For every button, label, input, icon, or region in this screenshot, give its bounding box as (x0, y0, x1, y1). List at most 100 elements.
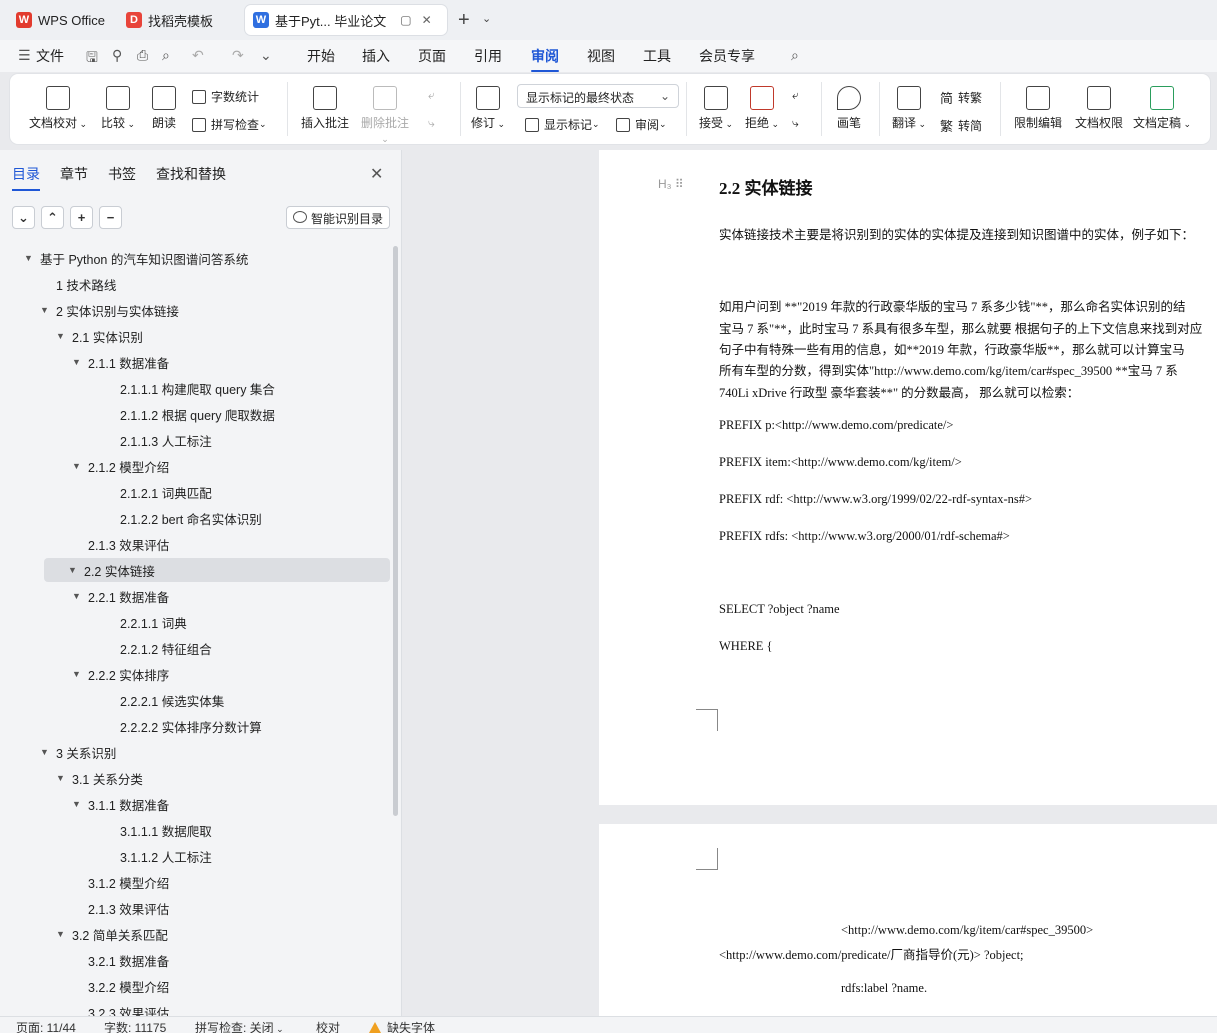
chevron-down-icon[interactable]: ⌄ (260, 47, 272, 64)
collapse-up-icon[interactable]: ⌃ (41, 206, 64, 229)
menu-tools[interactable]: 工具 (643, 46, 671, 66)
toc-item[interactable]: ▼ 3.2 简单关系匹配 (0, 922, 390, 946)
toc-item[interactable]: 3.1.2 模型介绍 (0, 870, 390, 894)
toc-item[interactable]: 2.2.1.2 特征组合 (0, 636, 390, 660)
menu-file[interactable]: 文件 (36, 46, 64, 66)
toc-item[interactable]: 2.1.2.2 bert 命名实体识别 (0, 506, 390, 530)
menu-references[interactable]: 引用 (474, 46, 502, 66)
tab-toc[interactable]: 目录 (12, 164, 40, 191)
toc-item[interactable]: 1 技术路线 (0, 272, 390, 296)
delete-comment-button[interactable]: 删除批注 ⌄ (359, 86, 411, 145)
redo-icon[interactable]: ↷ (232, 47, 244, 64)
show-markup-button[interactable]: 显示标记 ⌄ (525, 116, 600, 133)
hamburger-icon[interactable]: ☰ (18, 47, 31, 64)
print-icon[interactable]: ⎙ (137, 47, 148, 64)
menu-review[interactable]: 审阅 (531, 46, 559, 72)
toc-item[interactable]: ▼ 基于 Python 的汽车知识图谱问答系统 (0, 246, 390, 270)
doc-finalize-button[interactable]: 文档定稿 ⌄ (1132, 86, 1192, 131)
doc-permission-button[interactable]: 文档权限 (1073, 86, 1125, 131)
previous-comment-icon[interactable]: ⤶ (428, 88, 435, 103)
insert-comment-button[interactable]: 插入批注 (299, 86, 351, 131)
restrict-edit-button[interactable]: 限制编辑 (1012, 86, 1064, 131)
menu-view[interactable]: 视图 (587, 46, 615, 66)
tab-bookmarks[interactable]: 书签 (108, 164, 136, 184)
toc-item[interactable]: ▼ 2.1 实体识别 (0, 324, 390, 348)
expand-arrow-icon[interactable]: ▼ (40, 747, 50, 757)
read-aloud-button[interactable]: 朗读 (148, 86, 180, 131)
new-tab-button[interactable]: + (458, 9, 470, 32)
toc-item[interactable]: 2.1.3 效果评估 (0, 896, 390, 920)
toc-item[interactable]: 2.2.1.1 词典 (0, 610, 390, 634)
review-pane-button[interactable]: 审阅 ⌄ (616, 116, 667, 133)
toc-item[interactable]: 2.2.2.2 实体排序分数计算 (0, 714, 390, 738)
word-count-button[interactable]: 字数统计 (192, 88, 259, 105)
next-comment-icon[interactable]: ⤷ (428, 116, 435, 131)
menu-membership[interactable]: 会员专享 (699, 46, 755, 66)
heading-marker-icon[interactable]: H₃ ⠿ (658, 177, 684, 191)
markup-state-select[interactable]: 显示标记的最终状态 ⌄ (517, 84, 679, 108)
previous-change-icon[interactable]: ⤶ (792, 88, 799, 103)
expand-arrow-icon[interactable]: ▼ (72, 461, 82, 471)
proofread-indicator[interactable]: 校对 (316, 1019, 340, 1033)
toc-item[interactable]: ▼ 2.1.1 数据准备 (0, 350, 390, 374)
add-icon[interactable]: + (70, 206, 93, 229)
toc-scrollbar[interactable] (393, 246, 398, 816)
pen-button[interactable]: 画笔 (833, 86, 865, 131)
expand-arrow-icon[interactable]: ▼ (72, 357, 82, 367)
search-icon[interactable]: ⌕ (791, 47, 799, 64)
expand-arrow-icon[interactable]: ▼ (24, 253, 34, 263)
chevron-down-icon[interactable]: ⌄ (482, 12, 491, 25)
expand-arrow-icon[interactable]: ▼ (56, 773, 66, 783)
toc-item[interactable]: 3.1.1.1 数据爬取 (0, 818, 390, 842)
remove-icon[interactable]: − (99, 206, 122, 229)
save-icon[interactable]: 🖫 (86, 47, 98, 71)
toc-item[interactable]: 3.2.3 效果评估 (0, 1000, 390, 1017)
toc-item[interactable]: ▼ 2.2.1 数据准备 (0, 584, 390, 608)
toc-item[interactable]: ▼ 2.1.2 模型介绍 (0, 454, 390, 478)
expand-down-icon[interactable]: ⌄ (12, 206, 35, 229)
toc-item[interactable]: ▼ 3.1 关系分类 (0, 766, 390, 790)
undo-icon[interactable]: ↶ (192, 47, 204, 64)
track-changes-button[interactable]: 修订 ⌄ (469, 86, 507, 131)
expand-arrow-icon[interactable]: ▼ (56, 929, 66, 939)
expand-arrow-icon[interactable]: ▼ (68, 565, 78, 575)
compare-button[interactable]: 比较 ⌄ (96, 86, 140, 131)
toc-item[interactable]: 2.1.1.1 构建爬取 query 集合 (0, 376, 390, 400)
toc-item[interactable]: 3.2.2 模型介绍 (0, 974, 390, 998)
page-indicator[interactable]: 页面: 11/44 (16, 1019, 76, 1033)
toc-item[interactable]: 2.1.1.3 人工标注 (0, 428, 390, 452)
expand-arrow-icon[interactable]: ▼ (72, 799, 82, 809)
menu-home[interactable]: 开始 (307, 46, 335, 66)
toc-item[interactable]: 2.1.3 效果评估 (0, 532, 390, 556)
missing-font-indicator[interactable]: 缺失字体 (369, 1019, 435, 1033)
expand-arrow-icon[interactable]: ▼ (72, 669, 82, 679)
expand-arrow-icon[interactable]: ▼ (72, 591, 82, 601)
next-change-icon[interactable]: ⤷ (792, 116, 799, 131)
tab-document[interactable]: W 基于Pyt... 毕业论文 ▢ ✕ (245, 5, 447, 35)
reject-button[interactable]: 拒绝 ⌄ (744, 86, 780, 131)
menu-page[interactable]: 页面 (418, 46, 446, 66)
doc-check-button[interactable]: 文档校对 ⌄ (28, 86, 88, 131)
to-traditional-button[interactable]: 简 转繁 (940, 88, 982, 107)
toc-item[interactable]: ▼ 2 实体识别与实体链接 (0, 298, 390, 322)
expand-arrow-icon[interactable]: ▼ (40, 305, 50, 315)
toc-item[interactable]: 2.1.2.1 词典匹配 (0, 480, 390, 504)
toc-item[interactable]: 3.1.1.2 人工标注 (0, 844, 390, 868)
toc-item[interactable]: ▼ 2.2.2 实体排序 (0, 662, 390, 686)
to-simplified-button[interactable]: 繁 转简 (940, 116, 982, 135)
tab-find-replace[interactable]: 查找和替换 (156, 164, 226, 184)
tab-wps-office[interactable]: W WPS Office (8, 5, 113, 35)
menu-insert[interactable]: 插入 (362, 46, 390, 66)
translate-button[interactable]: 翻译 ⌄ (890, 86, 928, 131)
toc-item[interactable]: 2.2.2.1 候选实体集 (0, 688, 390, 712)
close-icon[interactable]: ✕ (370, 164, 383, 184)
expand-arrow-icon[interactable]: ▼ (56, 331, 66, 341)
tab-docer-templates[interactable]: D 找稻壳模板 (118, 5, 221, 35)
toc-item[interactable]: ▼ 2.2 实体链接 (44, 558, 390, 582)
tab-chapters[interactable]: 章节 (60, 164, 88, 184)
spell-check-indicator[interactable]: 拼写检查: 关闭 ⌄ (195, 1019, 284, 1033)
spell-check-button[interactable]: 拼写检查 ⌄ (192, 116, 267, 133)
accept-button[interactable]: 接受 ⌄ (698, 86, 734, 131)
smart-toc-button[interactable]: 智能识别目录 (286, 206, 391, 229)
toc-item[interactable]: 3.2.1 数据准备 (0, 948, 390, 972)
